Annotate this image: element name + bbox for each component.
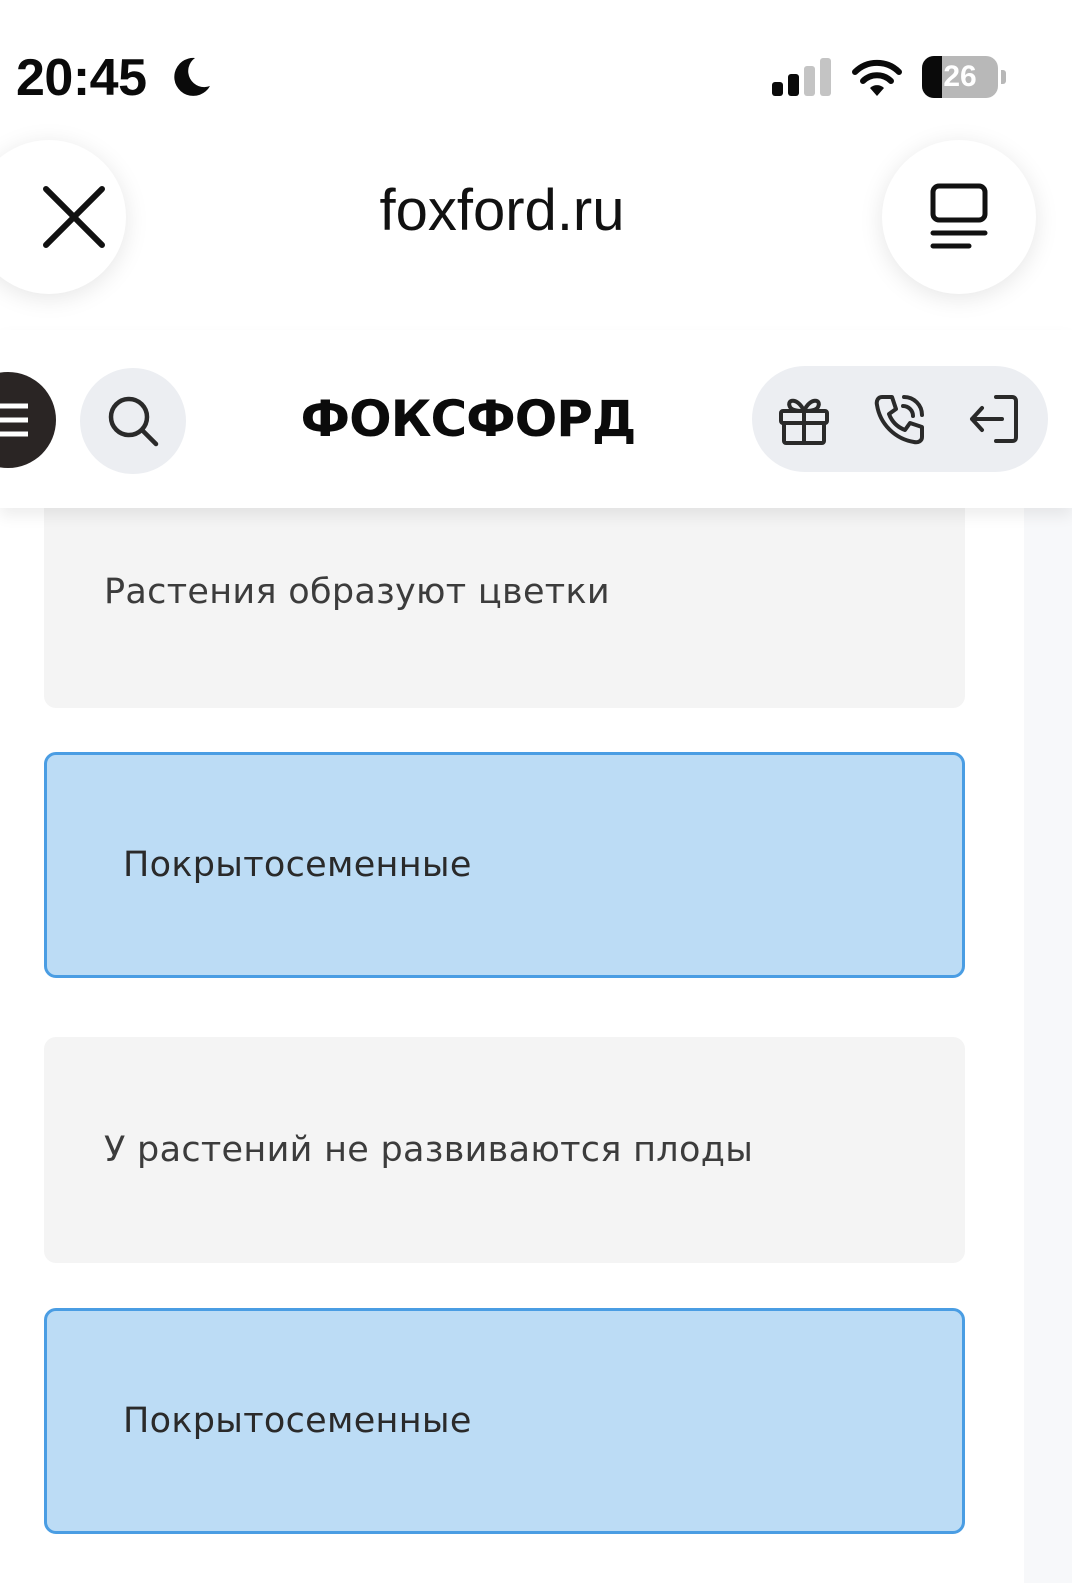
site-logo[interactable]: ФОКСФОРД [300,386,637,452]
header-actions [752,366,1048,472]
answer-option-selected[interactable]: Покрытосеменные [44,752,965,978]
answer-text: Покрытосеменные [123,1401,472,1441]
answer-list: Растения образуют цветки Покрытосеменные… [0,0,1072,1583]
answer-text: У растений не развиваются плоды [104,1130,754,1170]
site-header: ФОКСФОРД [0,330,1072,508]
answer-option[interactable]: У растений не развиваются плоды [44,1037,965,1263]
answer-text: Растения образуют цветки [104,572,610,612]
login-icon[interactable] [966,391,1022,447]
phone-icon[interactable] [872,391,928,447]
hamburger-button[interactable] [0,372,56,468]
search-button[interactable] [80,368,186,474]
answer-text: Покрытосеменные [123,845,472,885]
search-icon [108,396,159,447]
gift-icon[interactable] [776,391,832,447]
answer-option[interactable]: Растения образуют цветки [44,480,965,708]
hamburger-icon [0,403,28,437]
answer-option-selected[interactable]: Покрытосеменные [44,1308,965,1534]
